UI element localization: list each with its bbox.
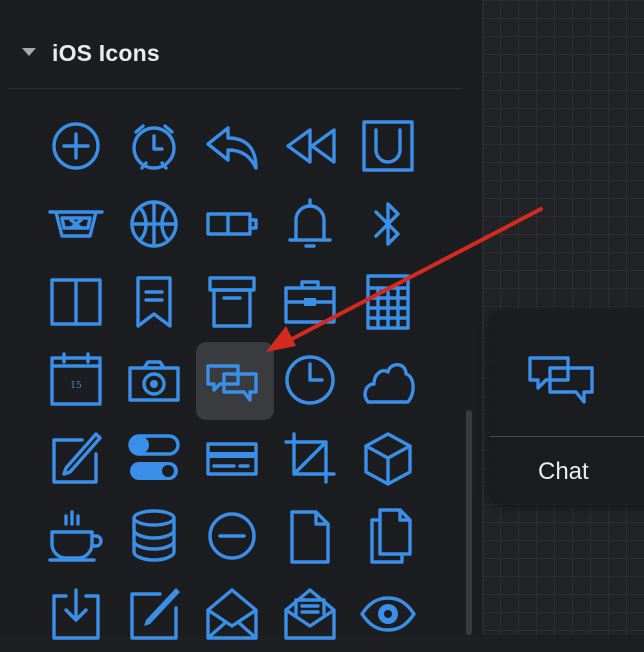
bookmark-icon[interactable] — [114, 264, 194, 340]
envelope-letter-icon[interactable] — [270, 576, 350, 652]
documents-icon[interactable] — [348, 498, 428, 574]
edit-icon[interactable] — [114, 576, 194, 652]
envelope-open-icon[interactable] — [192, 576, 272, 652]
book-icon[interactable] — [36, 264, 116, 340]
section-title: iOS Icons — [52, 40, 160, 66]
minus-circle-icon[interactable] — [192, 498, 272, 574]
chat-icon-card[interactable]: Chat — [490, 310, 644, 504]
calendar-icon[interactable]: 15 — [36, 342, 116, 418]
calendar-day: 15 — [70, 381, 82, 391]
cloud-icon[interactable] — [348, 342, 428, 418]
briefcase-icon[interactable] — [270, 264, 350, 340]
chat-icon — [528, 356, 594, 404]
rewind-icon[interactable] — [270, 108, 350, 184]
eye-icon[interactable] — [348, 576, 428, 652]
battery-icon[interactable] — [192, 186, 272, 262]
canvas-edge — [482, 0, 484, 635]
bell-icon[interactable] — [270, 186, 350, 262]
camera-icon[interactable] — [114, 342, 194, 418]
washing-icon[interactable] — [36, 186, 116, 262]
coffee-cup-icon[interactable] — [36, 498, 116, 574]
magnet-icon[interactable] — [348, 108, 428, 184]
clock-icon[interactable] — [270, 342, 350, 418]
alarm-clock-icon[interactable] — [114, 108, 194, 184]
database-icon[interactable] — [114, 498, 194, 574]
archive-box-icon[interactable] — [192, 264, 272, 340]
compose-icon[interactable] — [36, 420, 116, 496]
reply-icon[interactable] — [192, 108, 272, 184]
icon-library-panel: iOS Icons 15 — [0, 0, 482, 640]
credit-card-icon[interactable] — [192, 420, 272, 496]
cube-icon[interactable] — [348, 420, 428, 496]
toggle-switches-icon[interactable] — [114, 420, 194, 496]
download-icon[interactable] — [36, 576, 116, 652]
card-label: Chat — [538, 458, 589, 485]
header-divider — [8, 88, 462, 89]
collapse-caret-icon[interactable] — [22, 48, 36, 56]
document-icon[interactable] — [270, 498, 350, 574]
crop-icon[interactable] — [270, 420, 350, 496]
card-divider — [490, 436, 644, 437]
plus-circle-icon[interactable] — [36, 108, 116, 184]
section-header[interactable]: iOS Icons — [0, 8, 482, 90]
panel-scrollbar[interactable] — [466, 410, 472, 635]
basketball-icon[interactable] — [114, 186, 194, 262]
calculator-icon[interactable] — [348, 264, 428, 340]
bluetooth-icon[interactable] — [348, 186, 428, 262]
chat-icon[interactable] — [192, 342, 274, 420]
